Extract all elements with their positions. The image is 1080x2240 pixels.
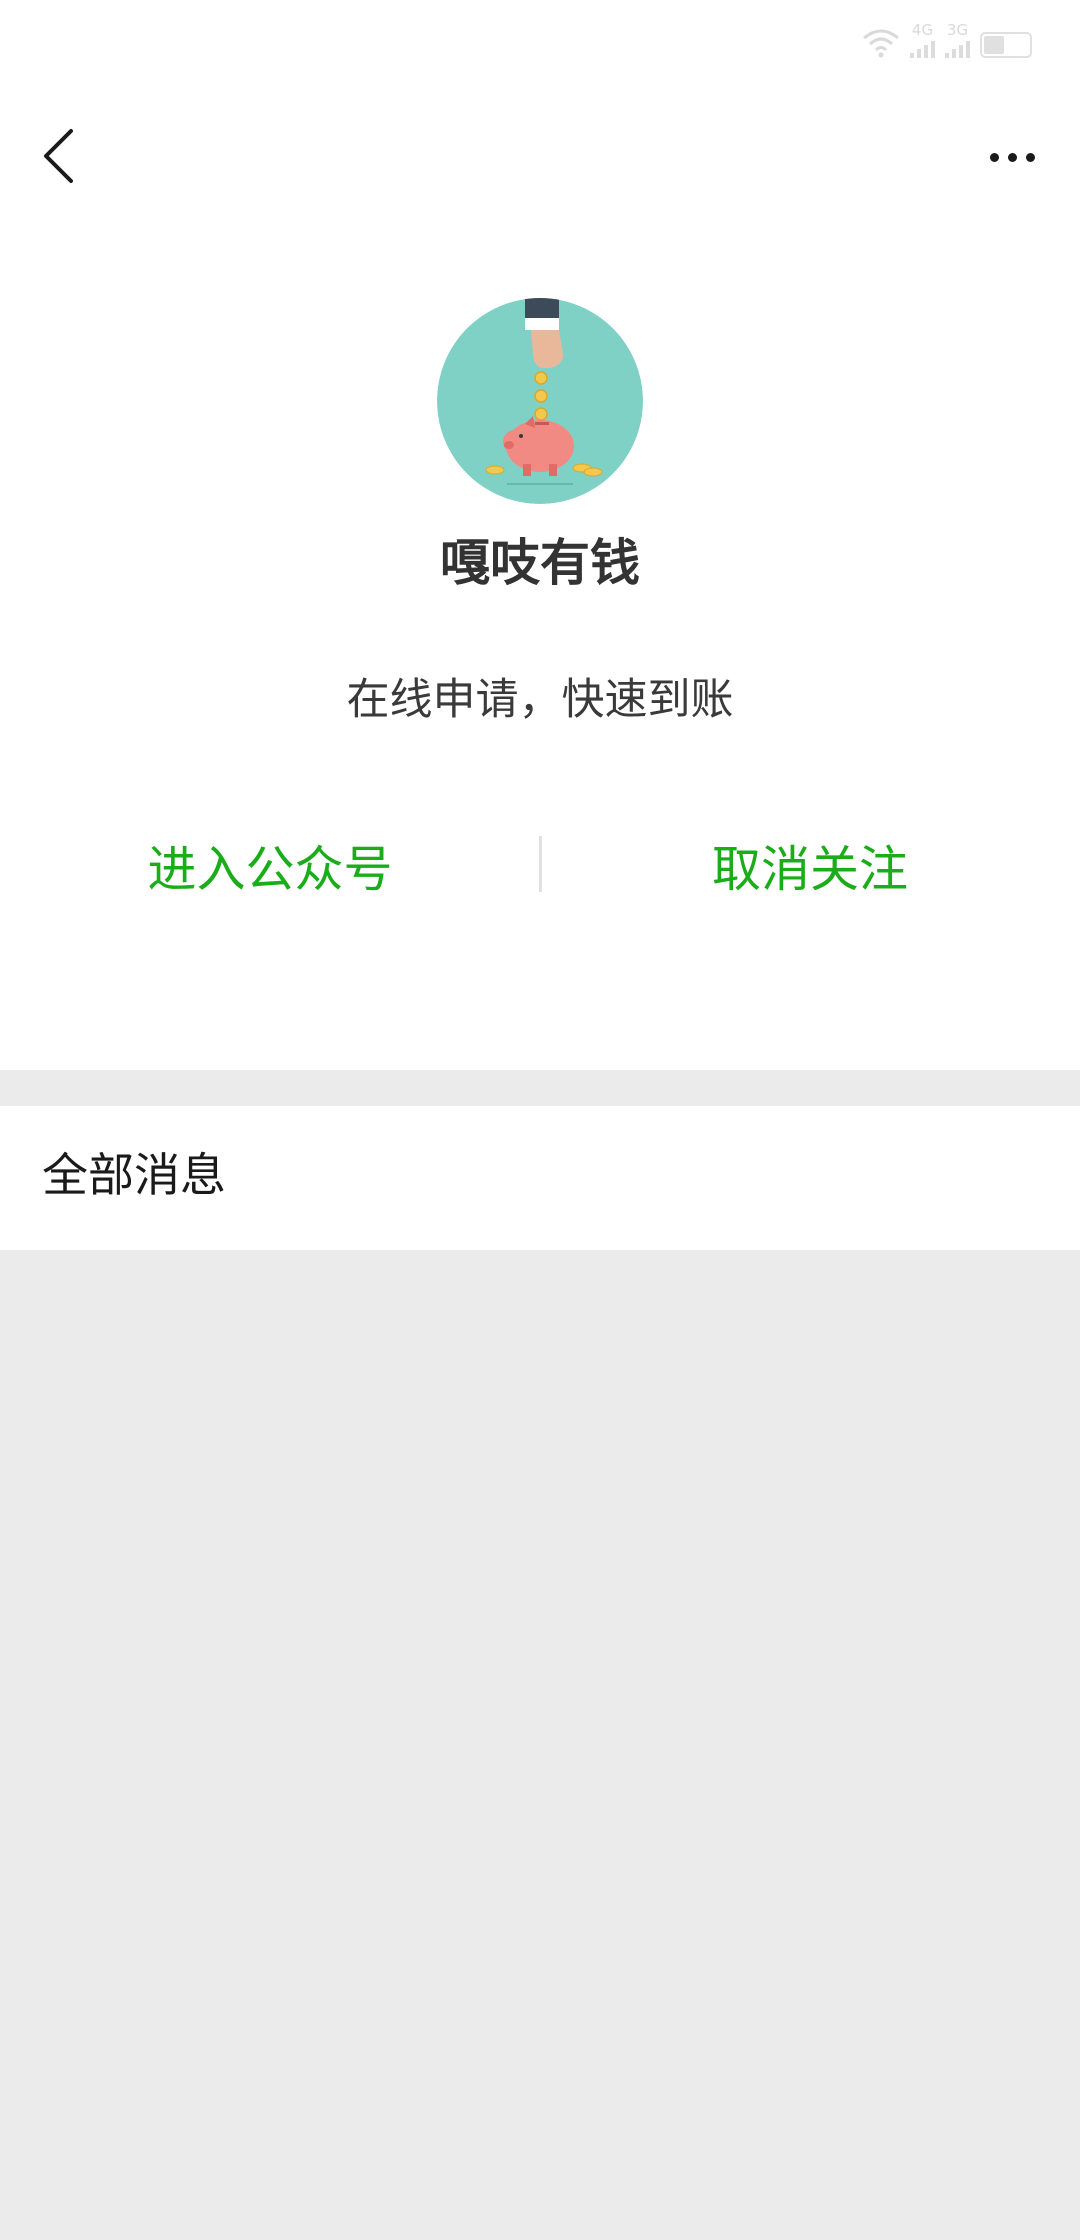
more-dot [1007,152,1017,162]
signal-3g: 3G [945,22,970,58]
account-name: 嘎吱有钱 [440,534,640,592]
unfollow-button[interactable]: 取消关注 [540,820,1080,910]
avatar[interactable] [437,298,643,504]
piggy-bank-icon [437,298,643,504]
chevron-left-icon [44,129,73,183]
enter-account-button[interactable]: 进入公众号 [0,820,540,910]
signal-bars-icon [910,38,935,58]
back-button[interactable] [28,120,88,192]
status-bar: 4G 3G [0,0,1080,80]
action-bar: 进入公众号 取消关注 [0,820,1080,910]
battery-icon [980,32,1032,58]
status-icons: 4G 3G [862,18,1032,58]
network-label-4g: 4G [911,21,934,39]
more-dot [1025,152,1035,162]
all-messages-title: 全部消息 [42,1148,226,1202]
network-label-3g: 3G [946,21,969,39]
more-button[interactable] [972,125,1052,189]
signal-4g: 4G [910,22,935,58]
account-description: 在线申请，快速到账 [346,675,734,725]
signal-bars-icon [945,38,970,58]
more-dot [989,152,999,162]
wifi-icon [862,28,900,58]
profile-panel: 4G 3G 嘎吱有钱 在线申请，快速到账 进入公众号 取消关注 [0,0,1080,1070]
all-messages-row[interactable]: 全部消息 [0,1106,1080,1250]
